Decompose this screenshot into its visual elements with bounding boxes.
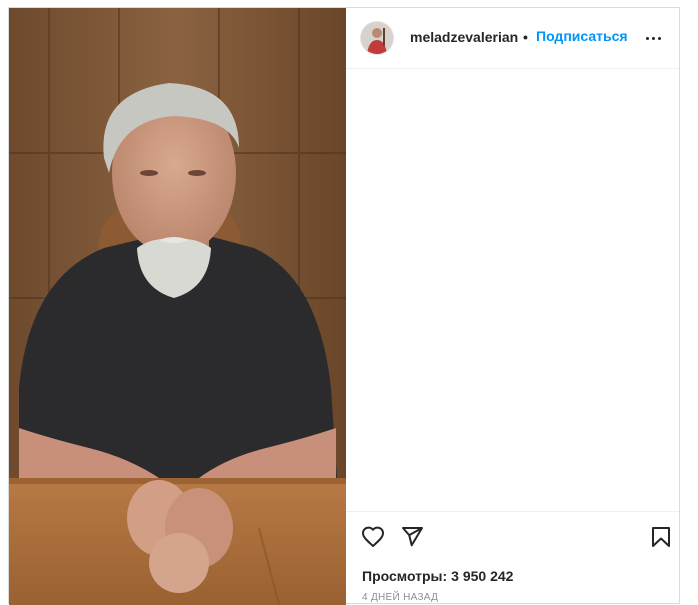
post-actions-bar	[346, 511, 679, 512]
post-username[interactable]: meladzevalerian	[410, 29, 518, 45]
bookmark-icon[interactable]	[649, 525, 673, 554]
post-video[interactable]	[9, 8, 346, 605]
post-side-panel: meladzevalerian • Подписаться Просмотры:…	[346, 8, 679, 603]
views-number: 3 950 242	[451, 568, 514, 584]
post-card: meladzevalerian • Подписаться Просмотры:…	[8, 7, 680, 605]
follow-button[interactable]: Подписаться	[536, 28, 628, 44]
more-options-icon[interactable]	[641, 30, 665, 46]
heart-icon[interactable]	[361, 525, 385, 554]
video-frame-image	[9, 8, 346, 605]
post-header: meladzevalerian • Подписаться	[346, 8, 679, 69]
views-count: Просмотры: 3 950 242	[362, 568, 513, 584]
avatar[interactable]	[361, 22, 393, 54]
views-label: Просмотры:	[362, 568, 448, 584]
paper-plane-icon[interactable]	[400, 525, 424, 554]
avatar-image	[361, 22, 393, 54]
header-separator: •	[523, 29, 528, 45]
post-timestamp[interactable]: 4 ДНЕЙ НАЗАД	[362, 592, 438, 603]
